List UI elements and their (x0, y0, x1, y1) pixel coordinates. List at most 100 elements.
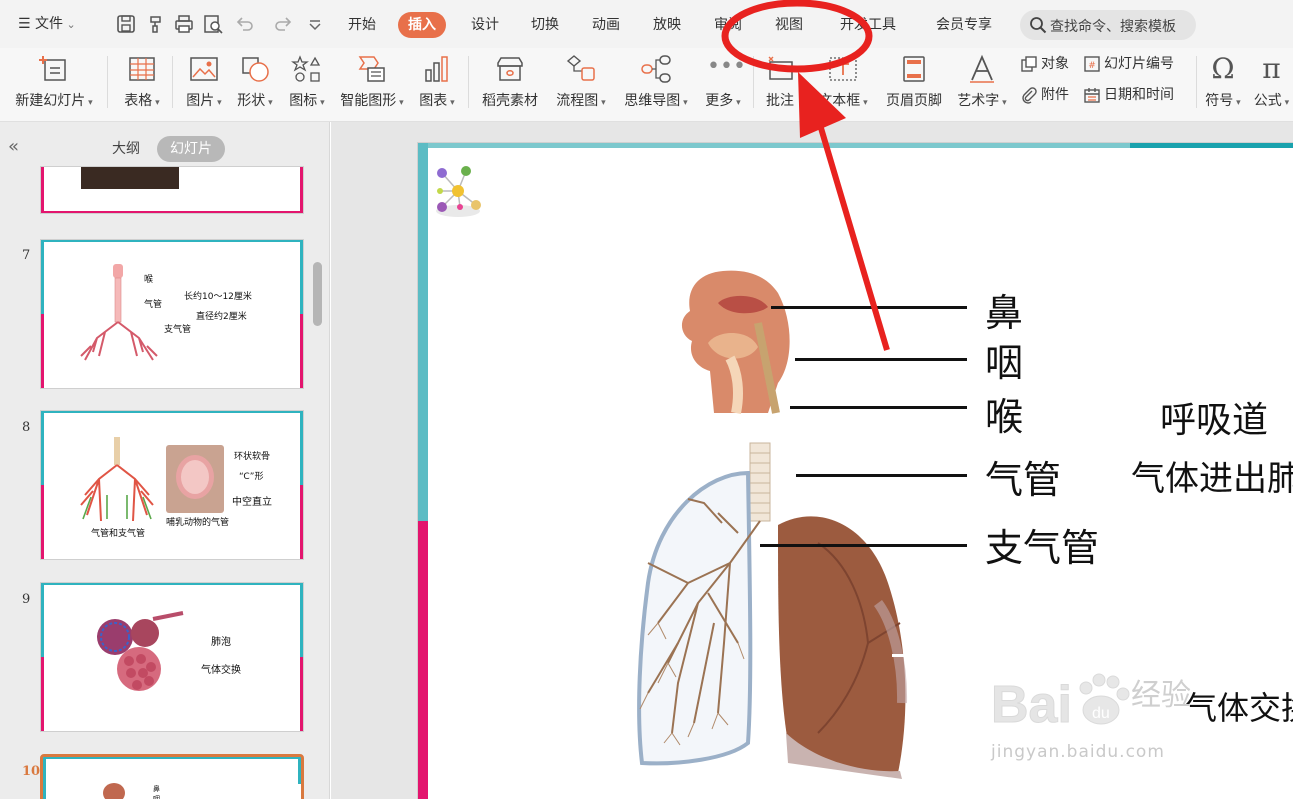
tab-view[interactable]: 视图 (765, 12, 813, 38)
tab-membership[interactable]: 会员专享 (926, 12, 1002, 38)
new-slide-button[interactable]: 新建幻灯片 ▾ (8, 52, 100, 114)
shape-button[interactable]: 形状 ▾ (230, 52, 280, 114)
wordart-label: 艺术字 (957, 93, 1000, 109)
wordart-icon (970, 54, 994, 83)
icon-button[interactable]: 图标 ▾ (282, 52, 332, 114)
icon-library-icon (291, 55, 321, 82)
thumb-text: 鼻 (153, 785, 160, 793)
docer-material-button[interactable]: 稻壳素材 (476, 52, 544, 114)
customize-toolbar-icon[interactable] (304, 13, 326, 35)
smart-graphic-button[interactable]: 智能图形 ▾ (336, 52, 408, 114)
command-search-box[interactable]: 查找命令、搜索模板 (1020, 10, 1196, 40)
tab-insert[interactable]: 插入 (398, 12, 446, 38)
more-button[interactable]: ••• 更多 ▾ (700, 52, 746, 114)
slide-number-button[interactable]: # 幻灯片编号 (1083, 52, 1174, 76)
thumbnail-scrollbar[interactable] (313, 262, 322, 326)
insert-ribbon: 新建幻灯片 ▾ 表格 ▾ 图片 ▾ 形状 ▾ 图标 ▾ 智能图形 ▾ 图表 ▾ (0, 48, 1293, 122)
header-footer-label: 页眉页脚 (886, 93, 942, 109)
print-preview-icon[interactable] (202, 13, 224, 35)
attachment-label: 附件 (1041, 87, 1069, 103)
smart-graphic-label: 智能图形 (340, 93, 397, 109)
svg-text:du: du (1092, 705, 1110, 722)
shape-icon (242, 57, 269, 82)
slide-number: 8 (22, 420, 31, 435)
symbol-button[interactable]: Ω 符号 ▾ (1200, 52, 1246, 114)
tab-review[interactable]: 审阅 (704, 12, 752, 38)
lung-leader-line (892, 654, 964, 657)
chart-icon (425, 56, 448, 82)
object-label: 对象 (1041, 56, 1069, 72)
tab-slideshow[interactable]: 放映 (643, 12, 691, 38)
tab-slides[interactable]: 幻灯片 (157, 136, 225, 162)
material-store-icon (497, 57, 523, 81)
formula-button[interactable]: π 公式 ▾ (1250, 52, 1293, 114)
picture-button[interactable]: 图片 ▾ (180, 52, 228, 114)
paperclip-icon (1022, 87, 1037, 104)
collapse-panel-icon[interactable]: « (8, 136, 19, 157)
slide-editing-area: 鼻 咽 喉 气管 支气管 呼吸道 气体进出肺 气体交换 Bai du jingy… (331, 122, 1293, 799)
tab-home[interactable]: 开始 (338, 12, 386, 38)
slide-thumbnail[interactable]: 喉 气管 支气管 长约10～12厘米 直径约2厘米 (40, 239, 304, 389)
thumb-text: 咽 (153, 795, 160, 799)
attachment-button[interactable]: 附件 (1020, 83, 1069, 107)
hamburger-icon: ☰ (18, 16, 36, 32)
docer-material-label: 稻壳素材 (482, 93, 538, 109)
label-nose: 鼻 (985, 291, 1024, 335)
slide-thumbnail[interactable]: 环状软骨 “C”形 中空直立 气管和支气管 哺乳动物的气管 (40, 410, 304, 560)
tab-transition[interactable]: 切换 (521, 12, 569, 38)
comment-button[interactable]: 批注 (760, 52, 800, 114)
flowchart-icon (566, 55, 595, 81)
flowchart-label: 流程图 (556, 93, 599, 109)
tab-animation[interactable]: 动画 (582, 12, 630, 38)
textbox-button[interactable]: 文本框 ▾ (812, 52, 874, 114)
thumb-text: 喉 (144, 275, 154, 285)
object-button[interactable]: 对象 (1020, 52, 1069, 76)
more-label: 更多 (705, 93, 734, 109)
textbox-icon (829, 57, 857, 81)
date-time-button[interactable]: 日期和时间 (1083, 83, 1174, 107)
icon-label: 图标 (289, 93, 318, 109)
tab-design[interactable]: 设计 (461, 12, 509, 38)
table-icon (129, 57, 155, 81)
wordart-button[interactable]: 艺术字 ▾ (952, 52, 1012, 114)
textbox-label: 文本框 (818, 93, 861, 109)
picture-label: 图片 (186, 93, 215, 109)
label-bronchus: 支气管 (985, 526, 1100, 570)
thumb-text: 中空直立 (232, 497, 272, 508)
svg-text:Bai: Bai (991, 676, 1072, 734)
tab-outline[interactable]: 大纲 (104, 136, 148, 162)
file-menu[interactable]: ☰ 文件 ⌄ (18, 13, 76, 35)
thumb-text: 直径约2厘米 (196, 312, 247, 322)
slide-number: 9 (22, 592, 31, 607)
slide-number-icon: # (1084, 56, 1100, 72)
thumb-text: 长约10～12厘米 (184, 292, 252, 302)
table-label: 表格 (124, 93, 153, 109)
mindmap-icon (641, 55, 671, 83)
header-footer-button[interactable]: 页眉页脚 (880, 52, 948, 114)
tab-developer[interactable]: 开发工具 (830, 12, 906, 38)
slide-thumbnail[interactable]: 肺泡 气体交换 (40, 582, 304, 732)
chart-button[interactable]: 图表 ▾ (414, 52, 460, 114)
mindmap-button[interactable]: 思维导图 ▾ (618, 52, 694, 114)
save-icon[interactable] (115, 13, 137, 35)
nose-leader-line (771, 306, 967, 309)
slide-thumbnail-selected[interactable]: 鼻 咽 (40, 754, 304, 799)
table-button[interactable]: 表格 ▾ (116, 52, 168, 114)
redo-icon[interactable] (272, 13, 294, 35)
new-slide-icon (39, 56, 66, 81)
head-illustration (103, 783, 125, 799)
format-painter-icon[interactable] (145, 13, 167, 35)
flowchart-button[interactable]: 流程图 ▾ (550, 52, 612, 114)
undo-icon[interactable] (234, 13, 256, 35)
picture-icon (190, 57, 218, 81)
chart-label: 图表 (419, 93, 448, 109)
new-slide-label: 新建幻灯片 (15, 93, 86, 109)
thumb-text: 环状软骨 (234, 452, 271, 462)
thumb-text: “C”形 (239, 472, 264, 482)
label-trachea: 气管 (985, 458, 1062, 502)
watermark-brand: 经验 (1131, 678, 1191, 713)
header-footer-icon (903, 56, 925, 82)
slide-thumbnail[interactable] (40, 166, 304, 214)
print-icon[interactable] (173, 13, 195, 35)
watermark-text: jingyan.baidu.com (991, 742, 1165, 762)
